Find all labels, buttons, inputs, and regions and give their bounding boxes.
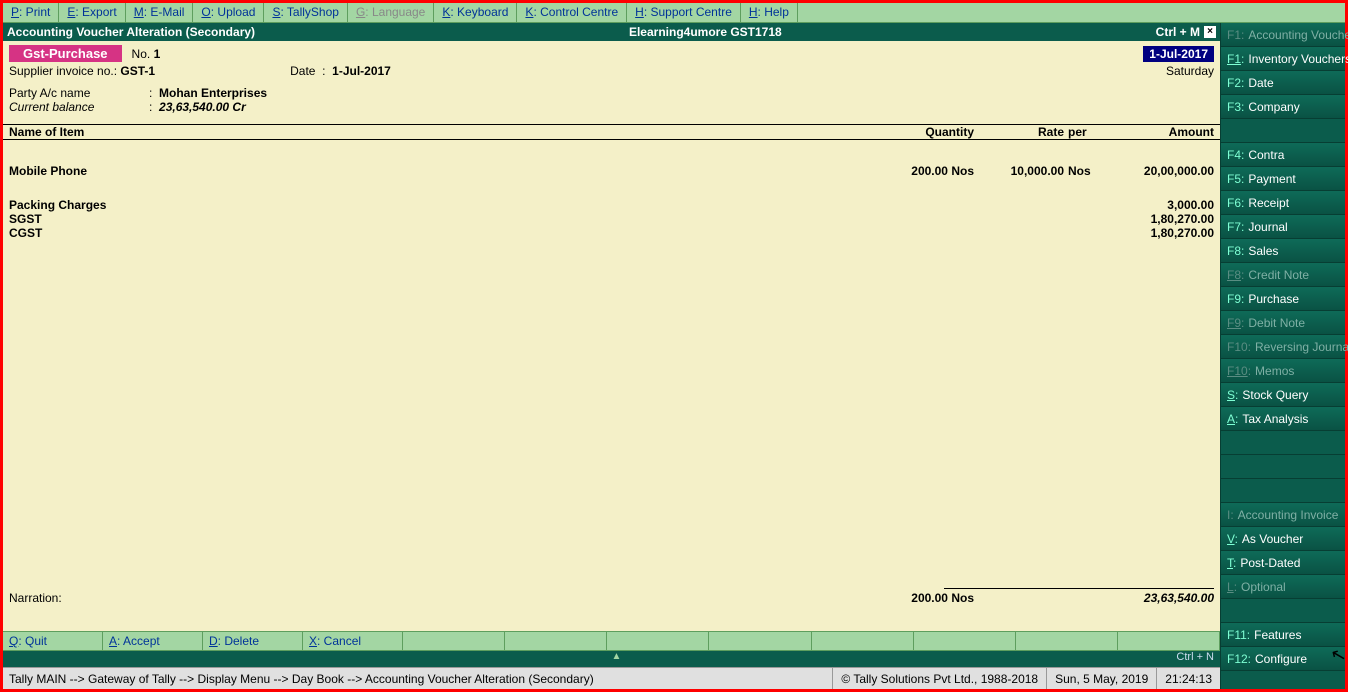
footer-quit[interactable]: Q: Quit [3,632,103,650]
close-icon[interactable]: × [1204,26,1216,38]
side-tax-analysis[interactable]: A: Tax Analysis [1221,407,1345,431]
total-amount: 23,63,540.00 [1104,591,1214,605]
menu-tallyshop[interactable]: S: TallyShop [264,3,348,22]
voucher-day: Saturday [1166,64,1214,78]
totals-row: Narration: 200.00 Nos 23,63,540.00 [3,589,1220,611]
ledger-row[interactable]: CGST1,80,270.00 [9,226,1214,240]
status-time: 21:24:13 [1156,668,1220,689]
voucher-type[interactable]: Gst-Purchase [9,45,122,62]
title-shortcut: Ctrl + M [1156,25,1200,39]
side-date[interactable]: F2: Date [1221,71,1345,95]
total-qty: 200.00 Nos [884,591,974,605]
side-spacer [1221,479,1345,503]
footer-bar: Q: QuitA: AcceptD: DeleteX: Cancel [3,631,1220,651]
item-row[interactable]: Mobile Phone200.00 Nos10,000.00Nos20,00,… [9,164,1214,178]
menu-e-mail[interactable]: M: E-Mail [126,3,194,22]
voucher-date[interactable]: 1-Jul-2017 [1143,46,1214,62]
balance-value: 23,63,540.00 Cr [159,100,246,114]
side-stock-query[interactable]: S: Stock Query [1221,383,1345,407]
menu-language: G: Language [348,3,434,22]
side-sales[interactable]: F8: Sales [1221,239,1345,263]
side-spacer [1221,599,1345,623]
side-spacer [1221,455,1345,479]
title-left: Accounting Voucher Alteration (Secondary… [7,25,255,39]
menu-control-centre[interactable]: K: Control Centre [517,3,627,22]
items-area[interactable]: Mobile Phone200.00 Nos10,000.00Nos20,00,… [3,140,1220,588]
side-inventory-vouchers[interactable]: F1: Inventory Vouchers [1221,47,1345,71]
side-optional: L: Optional [1221,575,1345,599]
side-company[interactable]: F3: Company [1221,95,1345,119]
voucher-entry-date[interactable]: Date : 1-Jul-2017 [290,64,391,78]
balance-label: Current balance [9,100,149,114]
title-center: Elearning4umore GST1718 [255,25,1156,39]
party-name[interactable]: Mohan Enterprises [159,86,267,100]
side-spacer [1221,119,1345,143]
footer-accept[interactable]: A: Accept [103,632,203,650]
side-accounting-invoice: I: Accounting Invoice [1221,503,1345,527]
side-post-dated[interactable]: T: Post-Dated [1221,551,1345,575]
menu-upload[interactable]: O: Upload [193,3,264,22]
status-bar: Tally MAIN --> Gateway of Tally --> Disp… [3,667,1220,689]
ctrl-n-bar[interactable]: ▲ Ctrl + N [3,651,1220,667]
up-arrow-icon: ▲ [612,651,622,662]
top-menu: P: PrintE: ExportM: E-MailO: UploadS: Ta… [3,3,1345,23]
title-bar: Accounting Voucher Alteration (Secondary… [3,23,1220,41]
menu-print[interactable]: P: Print [3,3,59,22]
side-receipt[interactable]: F6: Receipt [1221,191,1345,215]
footer-delete[interactable]: D: Delete [203,632,303,650]
narration-label[interactable]: Narration: [9,591,884,605]
party-label: Party A/c name [9,86,149,100]
side-panel: F1: Accounting VouchersF1: Inventory Vou… [1220,23,1345,689]
side-reversing-journal: F10: Reversing Journal [1221,335,1345,359]
ledger-row[interactable]: SGST1,80,270.00 [9,212,1214,226]
voucher-body: Gst-Purchase No. 1 1-Jul-2017 Supplier i… [3,41,1220,667]
supplier-invoice[interactable]: Supplier invoice no.: GST-1 [9,64,155,78]
status-path: Tally MAIN --> Gateway of Tally --> Disp… [3,672,832,686]
side-debit-note: F9: Debit Note [1221,311,1345,335]
columns-header: Name of Item Quantity Rate per Amount [3,124,1220,140]
menu-help[interactable]: H: Help [741,3,798,22]
ledger-row[interactable]: Packing Charges3,000.00 [9,198,1214,212]
menu-support-centre[interactable]: H: Support Centre [627,3,741,22]
status-date: Sun, 5 May, 2019 [1046,668,1156,689]
side-journal[interactable]: F7: Journal [1221,215,1345,239]
side-features[interactable]: F11: Features [1221,623,1345,647]
side-purchase[interactable]: F9: Purchase [1221,287,1345,311]
side-memos: F10: Memos [1221,359,1345,383]
side-spacer [1221,431,1345,455]
voucher-no-label: No. 1 [132,47,161,61]
side-accounting-vouchers: F1: Accounting Vouchers [1221,23,1345,47]
menu-keyboard[interactable]: K: Keyboard [434,3,517,22]
side-configure[interactable]: F12: Configure [1221,647,1345,671]
side-as-voucher[interactable]: V: As Voucher [1221,527,1345,551]
side-contra[interactable]: F4: Contra [1221,143,1345,167]
status-copyright: © Tally Solutions Pvt Ltd., 1988-2018 [832,668,1046,689]
footer-cancel[interactable]: X: Cancel [303,632,403,650]
side-credit-note: F8: Credit Note [1221,263,1345,287]
menu-export[interactable]: E: Export [59,3,125,22]
side-payment[interactable]: F5: Payment [1221,167,1345,191]
